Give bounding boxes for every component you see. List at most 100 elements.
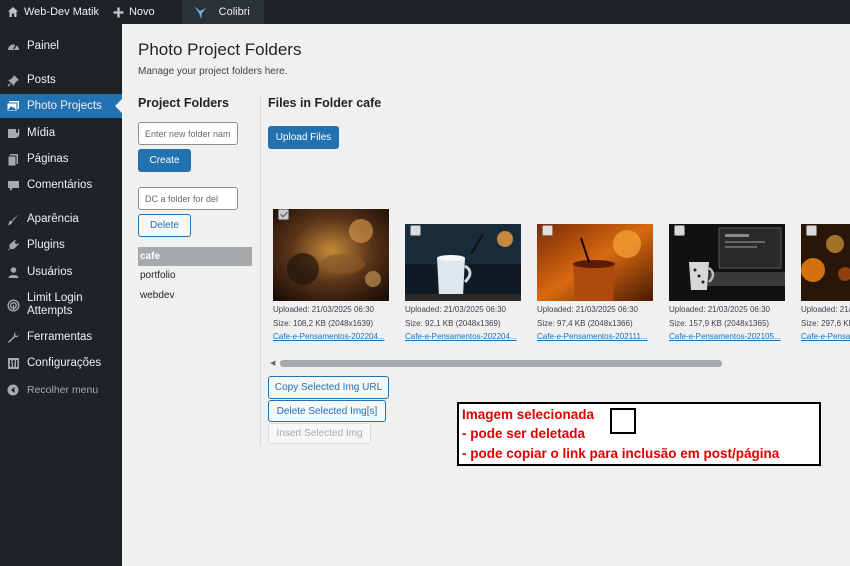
new-label: Novo (128, 6, 155, 18)
admin-bar: Web-Dev Matik Novo Colibri (0, 0, 850, 24)
file-uploaded-date: Uploaded: 21/03/2025 06:30 (669, 305, 770, 314)
file-thumbnail[interactable] (273, 209, 389, 301)
plus-icon (113, 7, 124, 18)
project-folders-title: Project Folders (138, 96, 229, 110)
file-name-link[interactable]: Cafe-e-Pensamentos- (801, 332, 850, 341)
scroll-left-icon[interactable]: ◀ (270, 359, 275, 367)
file-thumbnail[interactable] (669, 224, 785, 301)
insert-selected-img-button[interactable]: Insert Selected Img (268, 423, 371, 444)
main-content: Photo Project Folders Manage your projec… (122, 24, 850, 566)
wrench-icon (6, 330, 20, 344)
sidebar-item-label: Posts (27, 73, 56, 86)
brush-icon (6, 212, 20, 226)
files-gallery: Uploaded: 21/03/2025 06:30 Size: 108,2 K… (272, 208, 850, 358)
pages-icon (6, 152, 20, 166)
sidebar-item-label: Configurações (27, 356, 102, 369)
scrollbar-thumb[interactable] (280, 360, 722, 367)
file-size: Size: 297,6 KB (801, 319, 850, 328)
file-select-checkbox[interactable] (674, 225, 685, 236)
collapse-arrow-icon (6, 383, 20, 397)
limit-login-icon (6, 298, 20, 312)
file-select-checkbox[interactable] (410, 225, 421, 236)
sidebar-item-label: Photo Projects (27, 99, 102, 112)
file-size: Size: 97,4 KB (2048x1366) (537, 319, 633, 328)
file-name-link[interactable]: Cafe-e-Pensamentos-202204... (405, 332, 517, 341)
sidebar-item-usuarios[interactable]: Usuários (0, 262, 122, 282)
file-name-link[interactable]: Cafe-e-Pensamentos-202105... (669, 332, 781, 341)
sidebar-item-paginas[interactable]: Páginas (0, 149, 122, 169)
sidebar-item-ferramentas[interactable]: Ferramentas (0, 327, 122, 347)
new-content-link[interactable]: Novo (106, 0, 162, 24)
dashboard-icon (6, 39, 20, 53)
sidebar-item-aparencia[interactable]: Aparência (0, 209, 122, 229)
file-thumbnail[interactable] (405, 224, 521, 301)
file-select-checkbox[interactable] (278, 209, 289, 220)
file-size: Size: 157,9 KB (2048x1365) (669, 319, 770, 328)
new-folder-input[interactable]: Enter new folder nam (138, 122, 238, 145)
file-uploaded-date: Uploaded: 21/03/2025 06:30 (273, 305, 374, 314)
sidebar-item-label: Mídia (27, 126, 56, 139)
home-icon (7, 6, 19, 18)
sidebar-item-plugins[interactable]: Plugins (0, 235, 122, 255)
sidebar-item-label: Limit Login Attempts (27, 292, 83, 317)
file-uploaded-date: Uploaded: 21/03/2025 06:30 (537, 305, 638, 314)
file-name-link[interactable]: Cafe-e-Pensamentos-202111... (537, 332, 647, 341)
annotation-box: Imagem selecionada - pode ser deletada -… (457, 402, 821, 466)
file-size: Size: 92,1 KB (2048x1369) (405, 319, 501, 328)
colibri-menu[interactable]: Colibri (181, 0, 264, 24)
sidebar-item-photo-projects[interactable]: Photo Projects (0, 94, 122, 118)
file-select-checkbox[interactable] (806, 225, 817, 236)
sidebar-item-painel[interactable]: Painel (0, 36, 122, 56)
sidebar-item-label: Recolher menu (27, 383, 99, 396)
create-folder-button[interactable]: Create (138, 149, 191, 172)
sidebar-item-configuracoes[interactable]: Configurações (0, 353, 122, 373)
sidebar-item-label: Ferramentas (27, 330, 93, 343)
page-description: Manage your project folders here. (138, 66, 288, 77)
sidebar-item-limit-login-attempts[interactable]: Limit Login Attempts (0, 290, 122, 320)
file-name-link[interactable]: Cafe-e-Pensamentos-202204... (273, 332, 385, 341)
colibri-label: Colibri (218, 6, 250, 18)
sidebar-item-label: Comentários (27, 178, 93, 191)
sidebar-collapse-menu[interactable]: Recolher menu (0, 380, 122, 400)
folder-item-webdev[interactable]: webdev (138, 286, 252, 305)
file-size: Size: 108,2 KB (2048x1639) (273, 319, 374, 328)
copy-selected-img-url-button[interactable]: Copy Selected Img URL (268, 376, 389, 399)
sidebar-item-posts[interactable]: Posts (0, 70, 122, 90)
annotation-line-2: - pode ser deletada (462, 426, 586, 441)
sidebar-item-comentarios[interactable]: Comentários (0, 175, 122, 195)
sidebar-item-midia[interactable]: Mídia (0, 123, 122, 143)
site-name-label: Web-Dev Matik (24, 6, 99, 18)
annotation-line-3: - pode copiar o link para inclusão em po… (462, 446, 780, 461)
folder-item-portfolio[interactable]: portfolio (138, 266, 252, 285)
file-uploaded-date: Uploaded: 21/03/2025 06:30 (801, 305, 850, 314)
panel-divider (260, 96, 261, 446)
sidebar-item-label: Páginas (27, 152, 69, 165)
pushpin-icon (6, 73, 20, 87)
delete-folder-input[interactable]: DC a folder for del (138, 187, 238, 210)
page-title: Photo Project Folders (138, 40, 302, 59)
sidebar-item-label: Usuários (27, 265, 73, 278)
plug-icon (6, 238, 20, 252)
folder-item-cafe[interactable]: cafe (138, 247, 252, 266)
file-select-checkbox[interactable] (542, 225, 553, 236)
admin-sidebar: Painel Posts Photo Projects Mídia Página… (0, 24, 122, 566)
gallery-horizontal-scrollbar[interactable]: ◀ (268, 357, 850, 369)
user-icon (6, 265, 20, 279)
delete-selected-img-button[interactable]: Delete Selected Img[s] (268, 400, 386, 422)
sidebar-item-label: Plugins (27, 238, 65, 251)
comment-icon (6, 178, 20, 192)
images-icon (6, 99, 20, 113)
file-thumbnail[interactable] (537, 224, 653, 301)
annotation-square (610, 408, 636, 434)
annotation-line-1: Imagem selecionada (462, 407, 595, 422)
settings-icon (6, 356, 20, 370)
delete-folder-button[interactable]: Delete (138, 214, 191, 237)
sidebar-item-label: Aparência (27, 212, 79, 225)
file-uploaded-date: Uploaded: 21/03/2025 06:30 (405, 305, 506, 314)
site-name-link[interactable]: Web-Dev Matik (0, 0, 106, 24)
sidebar-item-label: Painel (27, 39, 59, 52)
upload-files-button[interactable]: Upload Files (268, 126, 339, 149)
files-in-folder-title: Files in Folder cafe (268, 96, 382, 110)
media-icon (6, 126, 20, 140)
hummingbird-icon (192, 4, 208, 20)
